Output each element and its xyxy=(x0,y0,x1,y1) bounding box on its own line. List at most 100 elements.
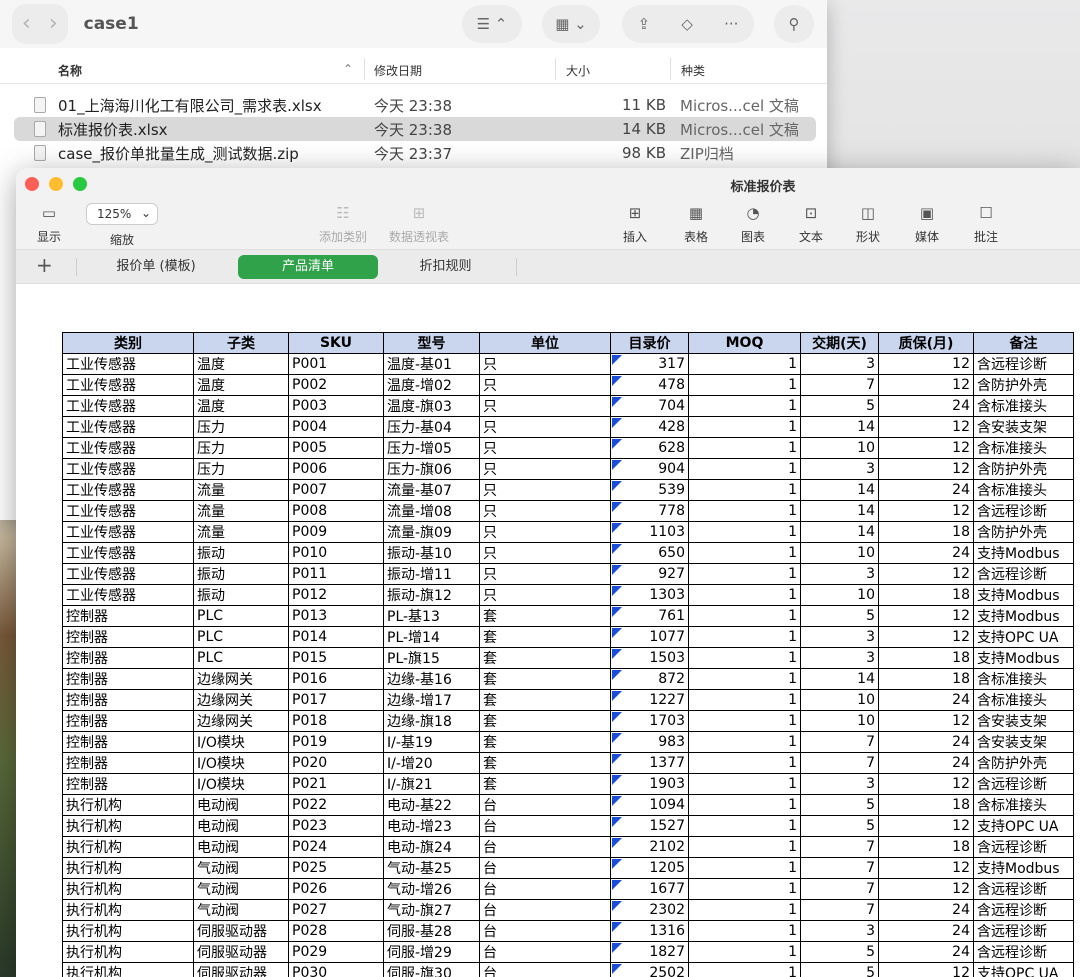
table-cell[interactable]: 支持Modbus xyxy=(974,858,1074,879)
table-cell[interactable]: 只 xyxy=(480,480,611,501)
table-cell[interactable]: 3 xyxy=(801,459,879,480)
table-cell[interactable]: 18 xyxy=(879,648,974,669)
table-cell[interactable]: 只 xyxy=(480,459,611,480)
table-cell[interactable]: 台 xyxy=(480,879,611,900)
table-cell[interactable]: 12 xyxy=(879,627,974,648)
table-cell[interactable]: 12 xyxy=(879,774,974,795)
table-cell[interactable]: 14 xyxy=(801,501,879,522)
comment-button[interactable]: ☐ 批注 xyxy=(971,204,1001,245)
table-cell[interactable]: 12 xyxy=(879,711,974,732)
table-cell[interactable]: 872 xyxy=(611,669,689,690)
table-cell[interactable]: 含防护外壳 xyxy=(974,753,1074,774)
table-cell[interactable]: P028 xyxy=(289,921,384,942)
search-button[interactable]: ⚲ xyxy=(774,5,814,43)
column-header[interactable]: 目录价 xyxy=(611,333,689,354)
table-cell[interactable]: PL-增14 xyxy=(384,627,480,648)
table-cell[interactable]: 1 xyxy=(689,900,801,921)
table-cell[interactable]: 控制器 xyxy=(63,669,194,690)
table-cell[interactable]: 执行机构 xyxy=(63,900,194,921)
table-cell[interactable]: 1 xyxy=(689,354,801,375)
table-cell[interactable]: 含远程诊断 xyxy=(974,501,1074,522)
table-cell[interactable]: 气动阀 xyxy=(194,879,289,900)
table-cell[interactable]: 流量 xyxy=(194,522,289,543)
table-cell[interactable]: P024 xyxy=(289,837,384,858)
table-cell[interactable]: 压力 xyxy=(194,459,289,480)
table-cell[interactable]: 14 xyxy=(801,417,879,438)
table-cell[interactable]: 边缘-增17 xyxy=(384,690,480,711)
table-cell[interactable]: 控制器 xyxy=(63,753,194,774)
table-cell[interactable]: 电动-基22 xyxy=(384,795,480,816)
table-cell[interactable]: 1827 xyxy=(611,942,689,963)
table-cell[interactable]: I/O模块 xyxy=(194,732,289,753)
table-cell[interactable]: 执行机构 xyxy=(63,879,194,900)
table-cell[interactable]: 24 xyxy=(879,900,974,921)
table-cell[interactable]: PL-基13 xyxy=(384,606,480,627)
file-row[interactable]: case_报价单批量生成_测试数据.zip 今天 23:37 98 KB ZIP… xyxy=(14,141,816,165)
table-cell[interactable]: 流量-旗09 xyxy=(384,522,480,543)
table-cell[interactable]: 1 xyxy=(689,543,801,564)
table-cell[interactable]: 18 xyxy=(879,585,974,606)
table-cell[interactable]: 18 xyxy=(879,522,974,543)
column-header[interactable]: 类别 xyxy=(63,333,194,354)
table-cell[interactable]: 只 xyxy=(480,396,611,417)
table-cell[interactable]: 478 xyxy=(611,375,689,396)
table-cell[interactable]: 温度-基01 xyxy=(384,354,480,375)
table-cell[interactable]: 3 xyxy=(801,354,879,375)
table-cell[interactable]: P012 xyxy=(289,585,384,606)
column-size[interactable]: 大小 xyxy=(566,62,590,79)
table-cell[interactable]: P005 xyxy=(289,438,384,459)
table-cell[interactable]: 工业传感器 xyxy=(63,354,194,375)
table-cell[interactable]: 电动阀 xyxy=(194,816,289,837)
table-cell[interactable]: 10 xyxy=(801,690,879,711)
table-cell[interactable]: P020 xyxy=(289,753,384,774)
table-cell[interactable]: 含标准接头 xyxy=(974,396,1074,417)
table-cell[interactable]: P025 xyxy=(289,858,384,879)
table-cell[interactable]: 振动 xyxy=(194,543,289,564)
table-cell[interactable]: 气动-基25 xyxy=(384,858,480,879)
table-cell[interactable]: P016 xyxy=(289,669,384,690)
table-cell[interactable]: 1 xyxy=(689,774,801,795)
table-cell[interactable]: 含远程诊断 xyxy=(974,837,1074,858)
column-header[interactable]: 子类 xyxy=(194,333,289,354)
table-cell[interactable]: 1 xyxy=(689,753,801,774)
table-cell[interactable]: I/-旗21 xyxy=(384,774,480,795)
table-cell[interactable]: 1303 xyxy=(611,585,689,606)
table-button[interactable]: ▦ 表格 xyxy=(681,204,711,245)
table-cell[interactable]: 1 xyxy=(689,522,801,543)
table-cell[interactable]: 含防护外壳 xyxy=(974,375,1074,396)
table-cell[interactable]: 气动阀 xyxy=(194,900,289,921)
table-cell[interactable]: 台 xyxy=(480,858,611,879)
table-cell[interactable]: 1703 xyxy=(611,711,689,732)
column-name[interactable]: 名称 xyxy=(58,62,82,79)
table-cell[interactable]: 927 xyxy=(611,564,689,585)
table-cell[interactable]: 2302 xyxy=(611,900,689,921)
table-cell[interactable]: 支持Modbus xyxy=(974,585,1074,606)
table-cell[interactable]: 5 xyxy=(801,396,879,417)
table-cell[interactable]: P010 xyxy=(289,543,384,564)
table-cell[interactable]: 3 xyxy=(801,564,879,585)
table-cell[interactable]: P011 xyxy=(289,564,384,585)
table-cell[interactable]: 1903 xyxy=(611,774,689,795)
table-cell[interactable]: P026 xyxy=(289,879,384,900)
table-cell[interactable]: 套 xyxy=(480,732,611,753)
table-cell[interactable]: 10 xyxy=(801,543,879,564)
table-cell[interactable]: 1 xyxy=(689,963,801,977)
table-cell[interactable]: 1 xyxy=(689,417,801,438)
table-cell[interactable]: 伺服-旗30 xyxy=(384,963,480,977)
table-cell[interactable]: 工业传感器 xyxy=(63,501,194,522)
table-cell[interactable]: 振动 xyxy=(194,564,289,585)
column-kind[interactable]: 种类 xyxy=(681,62,705,79)
table-cell[interactable]: 含远程诊断 xyxy=(974,900,1074,921)
table-cell[interactable]: 1 xyxy=(689,396,801,417)
back-icon[interactable]: ‹ xyxy=(22,13,31,35)
table-cell[interactable]: 压力 xyxy=(194,417,289,438)
display-button[interactable]: ▭ 显示 xyxy=(34,204,64,245)
table-cell[interactable]: 含标准接头 xyxy=(974,669,1074,690)
table-cell[interactable]: 控制器 xyxy=(63,627,194,648)
table-cell[interactable]: 1 xyxy=(689,816,801,837)
table-cell[interactable]: 流量 xyxy=(194,501,289,522)
table-cell[interactable]: 含远程诊断 xyxy=(974,942,1074,963)
table-cell[interactable]: 电动阀 xyxy=(194,795,289,816)
table-cell[interactable]: 7 xyxy=(801,858,879,879)
table-cell[interactable]: 1 xyxy=(689,942,801,963)
